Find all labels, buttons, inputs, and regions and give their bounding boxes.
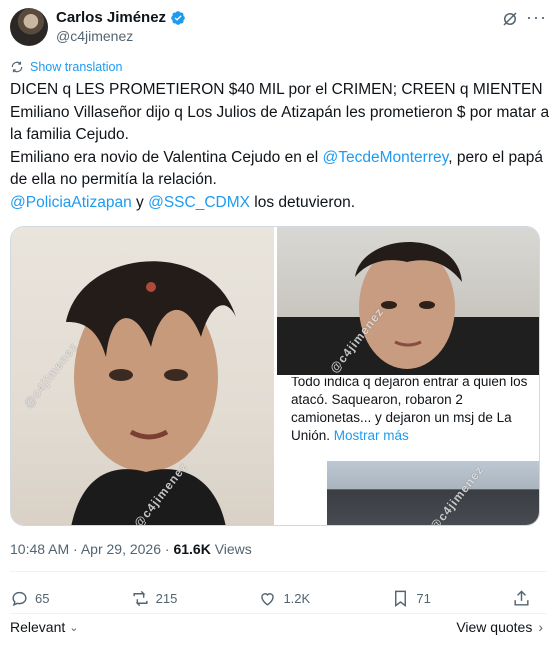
tweet-header: Carlos Jiménez @c4jimenez ··· [10,6,547,46]
author-name-row[interactable]: Carlos Jiménez [56,8,186,27]
post-date[interactable]: Apr 29, 2026 [81,541,161,557]
like-icon [261,592,275,606]
media-grid: @c4jimenez @c4jimenez @c4jimenez Todo in… [10,226,540,526]
photo-suspect-closeup[interactable]: @c4jimenez @c4jimenez [11,227,274,525]
quoted-post-text: Todo indica q dejaron entrar a quien los… [291,377,531,445]
author-handle[interactable]: @c4jimenez [56,27,186,46]
mention-ssc-cdmx[interactable]: @SSC_CDMX [148,194,250,211]
post-meta: 10:48 AM · Apr 29, 2026 · 61.6K Views [10,541,252,557]
tweet-line-3-text: Emiliano era novio de Valentina Cejudo e… [10,148,323,166]
grok-icon[interactable] [501,10,519,28]
translate-icon [11,61,23,73]
repost-count: 215 [155,590,178,606]
author-display-name[interactable]: Carlos Jiménez [56,8,166,27]
like-button[interactable]: 1.2K [258,589,310,608]
bookmark-icon [395,590,407,607]
reply-icon [12,591,27,606]
show-translation-label[interactable]: Show translation [30,60,122,74]
tweet-line-4-rest: los detuvieron. [249,193,356,211]
reply-button[interactable]: 65 [10,589,49,608]
mention-tecdemonterrey[interactable]: @TecdeMonterrey [323,149,449,166]
tweet-line-2: Emiliano Villaseñor dijo q Los Julios de… [10,103,550,144]
verified-badge-icon [171,10,185,25]
quoted-post-show-more: Mostrar más [333,428,409,443]
tweet-line-4-mid: y [131,193,149,211]
tweet-text: DICEN q LES PROMETIERON $40 MIL por el C… [10,79,550,214]
action-bar: 65 215 1.2K 71 [10,586,537,610]
show-translation-link[interactable]: Show translation [10,60,122,74]
chevron-right-icon: › [538,619,543,635]
tweet-line-4: @PoliciaAtizapan y @SSC_CDMX los detuvie… [10,192,550,215]
more-icon[interactable]: ··· [526,8,547,26]
photo-suspect-portrait[interactable]: @c4jimenez [277,227,539,375]
repost-icon [133,590,148,606]
views-label: Views [210,541,252,557]
mention-policiaatizapan[interactable]: @PoliciaAtizapan [10,194,132,211]
avatar[interactable] [10,8,48,46]
photo-suspect-portrait-art [277,242,539,375]
tweet-line-3: Emiliano era novio de Valentina Cejudo e… [10,147,550,192]
chevron-down-icon: ⌄ [69,621,79,634]
post-time[interactable]: 10:48 AM [10,541,69,557]
views-count: 61.6K [173,541,211,557]
like-count: 1.2K [283,590,311,606]
tweet-line-1: DICEN q LES PROMETIERON $40 MIL por el C… [10,81,543,98]
meta-separator: · [69,541,81,557]
meta-separator-2: · [161,541,174,557]
share-icon [514,589,529,606]
share-button[interactable] [512,589,537,608]
view-quotes-link[interactable]: View quotes › [456,619,543,635]
bookmark-button[interactable]: 71 [391,589,431,608]
quoted-post-body: Todo indica q dejaron entrar a quien los… [291,377,528,443]
sort-label[interactable]: Relevant [10,619,65,635]
divider-bottom [10,613,547,614]
reply-count: 65 [35,590,50,606]
quoted-post-screenshot[interactable]: Todo indica q dejaron entrar a quien los… [277,377,539,525]
author-block: Carlos Jiménez @c4jimenez [56,8,186,46]
sort-dropdown[interactable]: Relevant ⌄ [10,619,78,635]
bookmark-count: 71 [416,590,431,606]
repost-button[interactable]: 215 [131,589,178,608]
divider-top [10,571,547,572]
view-quotes-label[interactable]: View quotes [456,619,532,635]
replies-footer: Relevant ⌄ View quotes › [10,617,543,637]
